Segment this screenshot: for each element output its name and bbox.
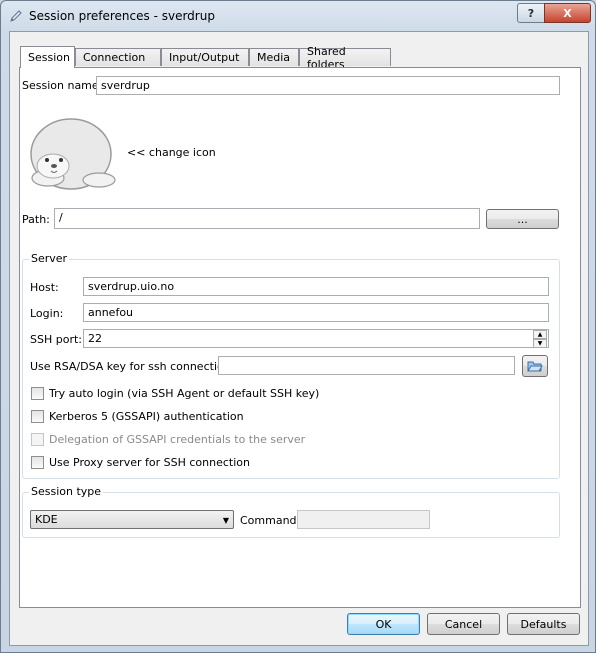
server-group: Server Host: sverdrup.uio.no Login: anne… (22, 252, 560, 479)
delegation-checkbox (31, 433, 44, 446)
login-input[interactable]: annefou (83, 303, 549, 322)
pencil-icon (10, 10, 22, 22)
ssh-port-input[interactable]: 22 (83, 329, 549, 348)
path-input[interactable]: / (54, 208, 480, 229)
defaults-button[interactable]: Defaults (507, 613, 580, 635)
cancel-button[interactable]: Cancel (427, 613, 500, 635)
session-type-value: KDE (35, 513, 58, 526)
host-input[interactable]: sverdrup.uio.no (83, 277, 549, 296)
close-button[interactable]: X (544, 3, 591, 23)
proxy-label: Use Proxy server for SSH connection (49, 456, 250, 469)
proxy-checkbox[interactable] (31, 456, 44, 469)
title-bar[interactable]: Session preferences - sverdrup ? X (1, 1, 595, 31)
login-label: Login: (30, 307, 64, 320)
delegation-label: Delegation of GSSAPI credentials to the … (49, 433, 306, 446)
tab-session[interactable]: Session (20, 46, 75, 68)
ssh-port-label: SSH port: (30, 333, 82, 346)
session-type-group-title: Session type (29, 485, 104, 498)
folder-open-icon (527, 361, 543, 372)
kerberos-checkbox[interactable] (31, 410, 44, 423)
server-group-title: Server (29, 252, 70, 265)
spin-down-icon[interactable]: ▼ (533, 339, 547, 348)
auto-login-checkbox[interactable] (31, 387, 44, 400)
open-folder-button[interactable] (522, 355, 548, 377)
kerberos-label: Kerberos 5 (GSSAPI) authentication (49, 410, 244, 423)
rsa-key-label: Use RSA/DSA key for ssh connection: (30, 360, 235, 373)
browse-path-button[interactable]: ... (486, 209, 559, 229)
rsa-key-input[interactable] (218, 356, 515, 375)
dialog-client: Session Connection Input/Output Media Sh… (9, 31, 589, 646)
tab-shared-folders[interactable]: Shared folders (299, 45, 391, 71)
session-tab-pane: Session name: sverdrup << change icon Pa… (19, 67, 581, 608)
ok-button[interactable]: OK (347, 613, 420, 635)
ssh-port-spinner[interactable]: ▲ ▼ (533, 330, 547, 348)
tab-connection[interactable]: Connection (75, 48, 161, 66)
command-label: Command: (240, 514, 301, 527)
session-type-select[interactable]: KDE ▼ (30, 510, 234, 529)
help-button[interactable]: ? (517, 3, 545, 23)
path-label: Path: (22, 213, 50, 226)
session-icon-seal[interactable] (23, 108, 119, 192)
session-preferences-window: Session preferences - sverdrup ? X Sessi… (0, 0, 596, 653)
tab-media[interactable]: Media (249, 48, 299, 66)
session-type-group: Session type KDE ▼ Command: (22, 485, 560, 538)
host-label: Host: (30, 281, 59, 294)
session-name-input[interactable]: sverdrup (96, 76, 560, 95)
session-name-label: Session name: (22, 79, 103, 92)
spin-up-icon[interactable]: ▲ (533, 330, 547, 339)
command-input (297, 510, 430, 529)
window-title: Session preferences - sverdrup (29, 9, 215, 23)
tab-input-output[interactable]: Input/Output (161, 48, 249, 66)
change-icon-link[interactable]: << change icon (127, 146, 216, 159)
auto-login-label: Try auto login (via SSH Agent or default… (49, 387, 320, 400)
chevron-down-icon: ▼ (222, 516, 229, 525)
